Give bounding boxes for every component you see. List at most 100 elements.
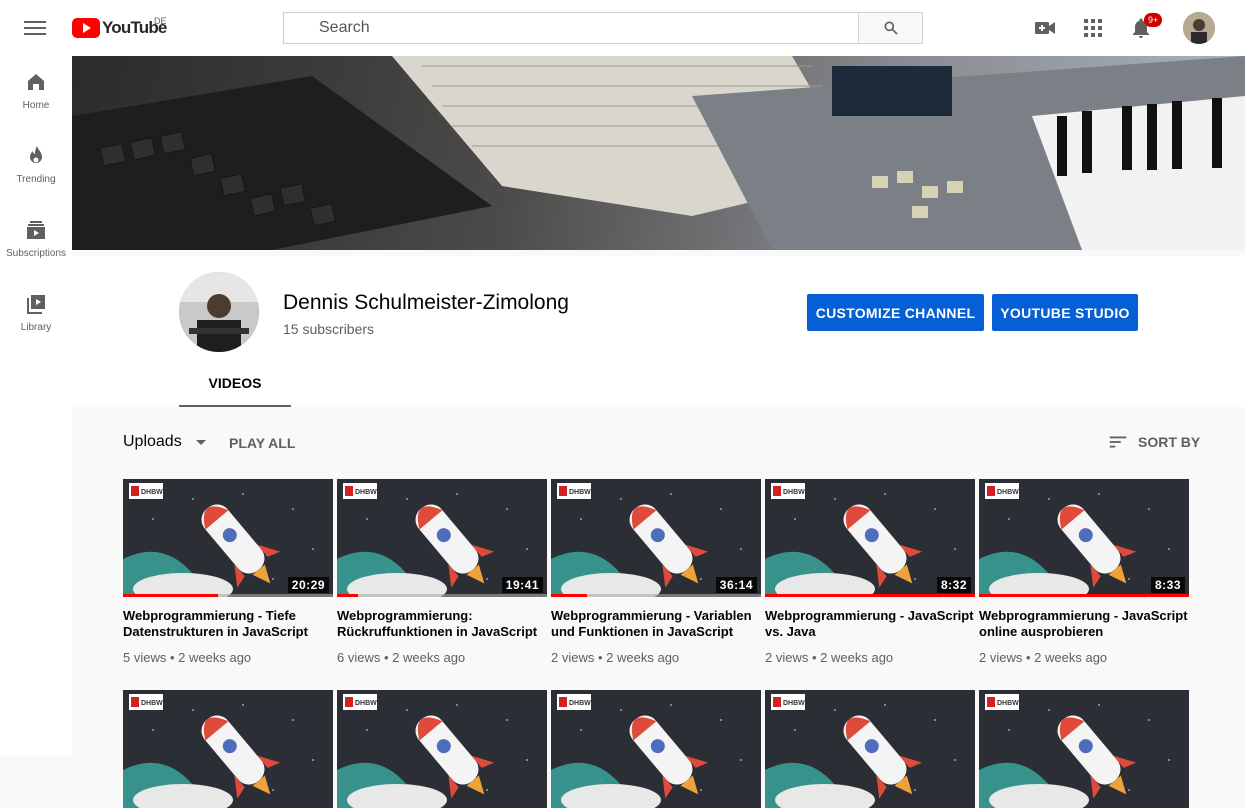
subscriber-count: 15 subscribers: [283, 321, 375, 337]
video-meta: 2 views • 2 weeks ago: [979, 649, 1189, 667]
svg-text:DHBW: DHBW: [997, 489, 1019, 496]
meta-separator: •: [597, 650, 607, 665]
uploads-label: Uploads: [123, 433, 182, 450]
youtube-logo[interactable]: YouTube DE: [72, 16, 167, 38]
watch-progress: [765, 594, 975, 597]
channel-name: Dennis Schulmeister-Zimolong: [283, 291, 569, 314]
svg-text:DHBW: DHBW: [141, 700, 163, 707]
rocket-thumbnail: DHBW: [979, 690, 1189, 808]
library-icon: [27, 295, 45, 314]
create-video-icon[interactable]: [1033, 16, 1057, 40]
video-card[interactable]: DHBW 8:33 Webprogrammierung - JavaScript…: [979, 479, 1189, 667]
video-title[interactable]: Webprogrammierung - JavaScript vs. Java: [765, 608, 975, 640]
upload-age: 2 weeks ago: [820, 650, 894, 665]
video-title[interactable]: Webprogrammierung - Variablen und Funkti…: [551, 608, 761, 640]
video-card[interactable]: DHBW 20:29 Webprogrammierung - Tiefe Dat…: [123, 479, 333, 667]
video-thumbnail[interactable]: DHBW 36:14: [551, 479, 761, 597]
svg-text:DHBW: DHBW: [569, 489, 591, 496]
svg-text:DHBW: DHBW: [355, 700, 377, 707]
view-count: 6 views: [337, 650, 381, 665]
guide-item-home[interactable]: Home: [0, 56, 72, 130]
upload-age: 2 weeks ago: [178, 650, 252, 665]
guide-label: Library: [20, 322, 52, 333]
video-card[interactable]: DHBW: [765, 690, 975, 808]
video-card[interactable]: DHBW: [123, 690, 333, 808]
video-duration: 36:14: [715, 577, 757, 593]
rocket-thumbnail: DHBW: [337, 690, 547, 808]
video-thumbnail[interactable]: DHBW: [123, 690, 333, 808]
video-title[interactable]: Webprogrammierung: Rückruffunktionen in …: [337, 608, 547, 640]
watch-progress-track: [337, 594, 547, 597]
home-icon: [28, 74, 44, 90]
video-duration: 8:33: [1150, 577, 1185, 593]
rocket-thumbnail: DHBW: [551, 690, 761, 808]
search-button[interactable]: [858, 12, 923, 44]
video-thumbnail[interactable]: DHBW 19:41: [337, 479, 547, 597]
watch-progress: [337, 594, 358, 597]
guide-label: Trending: [16, 174, 56, 185]
menu-icon[interactable]: [24, 16, 48, 40]
video-thumbnail[interactable]: DHBW: [979, 690, 1189, 808]
uploads-dropdown[interactable]: Uploads: [123, 433, 206, 451]
video-thumbnail[interactable]: DHBW: [551, 690, 761, 808]
channel-avatar[interactable]: [179, 272, 259, 352]
video-duration: 19:41: [501, 577, 543, 593]
svg-text:DHBW: DHBW: [783, 700, 805, 707]
upload-age: 2 weeks ago: [1034, 650, 1108, 665]
video-card[interactable]: DHBW: [979, 690, 1189, 808]
search-icon: [884, 21, 898, 35]
play-all-button[interactable]: PLAY ALL: [229, 433, 295, 453]
sort-by-button[interactable]: SORT BY: [1107, 431, 1200, 453]
meta-separator: •: [1025, 650, 1035, 665]
svg-text:DHBW: DHBW: [997, 700, 1019, 707]
guide-sidebar: Home Trending Subscriptions Library: [0, 56, 72, 756]
meta-separator: •: [811, 650, 821, 665]
video-meta: 6 views • 2 weeks ago: [337, 649, 547, 667]
svg-text:DHBW: DHBW: [141, 489, 163, 496]
video-title[interactable]: Webprogrammierung - JavaScript online au…: [979, 608, 1189, 640]
watch-progress: [979, 594, 1189, 597]
upload-age: 2 weeks ago: [606, 650, 680, 665]
video-card[interactable]: DHBW: [337, 690, 547, 808]
guide-item-library[interactable]: Library: [0, 278, 72, 352]
customize-channel-button[interactable]: CUSTOMIZE CHANNEL: [807, 294, 984, 331]
guide-item-subscriptions[interactable]: Subscriptions: [0, 204, 72, 278]
video-card[interactable]: DHBW 36:14 Webprogrammierung - Variablen…: [551, 479, 761, 667]
upload-age: 2 weeks ago: [392, 650, 466, 665]
view-count: 2 views: [979, 650, 1023, 665]
video-card[interactable]: DHBW 19:41 Webprogrammierung: Rückruffun…: [337, 479, 547, 667]
svg-text:DHBW: DHBW: [783, 489, 805, 496]
video-card[interactable]: DHBW 8:32 Webprogrammierung - JavaScript…: [765, 479, 975, 667]
video-title[interactable]: Webprogrammierung - Tiefe Datenstrukture…: [123, 608, 333, 640]
view-count: 2 views: [765, 650, 809, 665]
sort-label: SORT BY: [1138, 434, 1201, 450]
guide-label: Home: [22, 100, 50, 111]
video-meta: 2 views • 2 weeks ago: [551, 649, 761, 667]
notification-badge: 9+: [1144, 13, 1163, 27]
watch-progress: [123, 594, 218, 597]
view-count: 5 views: [123, 650, 167, 665]
video-thumbnail[interactable]: DHBW 20:29: [123, 479, 333, 597]
subscriptions-icon: [27, 221, 45, 239]
chevron-down-icon: [195, 439, 206, 445]
apps-icon[interactable]: [1081, 16, 1105, 40]
watch-progress: [551, 594, 587, 597]
svg-text:DHBW: DHBW: [355, 489, 377, 496]
video-thumbnail[interactable]: DHBW 8:32: [765, 479, 975, 597]
channel-banner: [72, 56, 1245, 250]
rocket-thumbnail: DHBW: [123, 690, 333, 808]
video-thumbnail[interactable]: DHBW: [337, 690, 547, 808]
youtube-studio-button[interactable]: YOUTUBE STUDIO: [992, 294, 1138, 331]
guide-item-trending[interactable]: Trending: [0, 130, 72, 204]
meta-separator: •: [169, 650, 179, 665]
video-thumbnail[interactable]: DHBW: [765, 690, 975, 808]
video-thumbnail[interactable]: DHBW 8:33: [979, 479, 1189, 597]
view-count: 2 views: [551, 650, 595, 665]
flame-icon: [30, 146, 42, 163]
account-avatar[interactable]: [1183, 12, 1215, 44]
search-input[interactable]: [283, 12, 858, 44]
video-card[interactable]: DHBW: [551, 690, 761, 808]
video-meta: 5 views • 2 weeks ago: [123, 649, 333, 667]
sort-icon: [1109, 436, 1127, 448]
tab-videos[interactable]: VIDEOS: [179, 364, 291, 407]
